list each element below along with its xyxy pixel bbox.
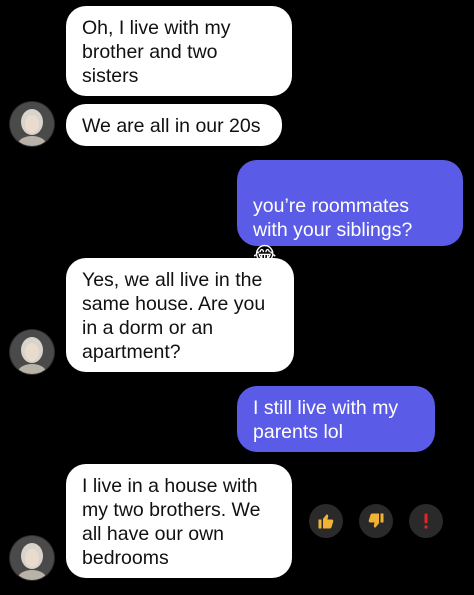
avatar-image (10, 536, 54, 580)
avatar-image (10, 102, 54, 146)
incoming-message: We are all in our 20s (66, 104, 282, 146)
incoming-message: I live in a house with my two brothers. … (66, 464, 292, 578)
thumbs-up-button[interactable] (309, 504, 343, 538)
avatar[interactable] (10, 102, 54, 146)
exclamation-icon (424, 513, 428, 529)
incoming-message: Oh, I live with my brother and two siste… (66, 6, 292, 96)
outgoing-message: I still live with my parents lol (237, 386, 435, 452)
outgoing-message: you’re roommates with your siblings? 😂 (237, 160, 463, 266)
thumbs-up-icon (318, 514, 334, 529)
avatar[interactable] (10, 330, 54, 374)
outgoing-message-text: you’re roommates with your siblings? (253, 195, 413, 241)
thumbs-down-icon (368, 513, 384, 528)
avatar[interactable] (10, 536, 54, 580)
avatar-image (10, 330, 54, 374)
thumbs-down-button[interactable] (359, 504, 393, 538)
incoming-message: Yes, we all live in the same house. Are … (66, 258, 294, 372)
flag-message-button[interactable] (409, 504, 443, 538)
